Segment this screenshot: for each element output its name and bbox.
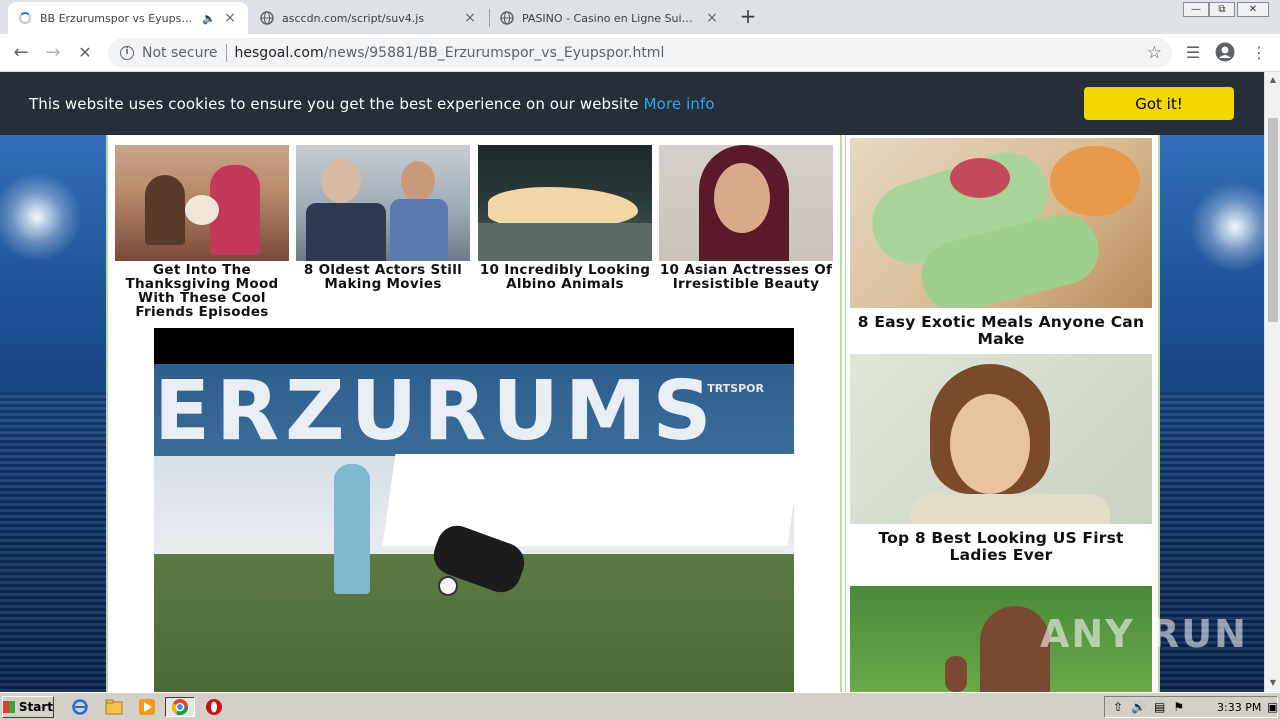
url-host: hesgoal.com	[234, 45, 324, 61]
tab-close-icon[interactable]: ×	[462, 10, 478, 26]
audio-icon[interactable]: 🔈	[202, 12, 216, 25]
stadium-background-left	[0, 72, 106, 692]
sidebar-border	[845, 134, 846, 692]
tab-title: PASINO - Casino en Ligne Suisse - Su	[522, 11, 698, 25]
article-caption[interactable]: Get Into The Thanksgiving Mood With Thes…	[115, 263, 289, 319]
tab-title: asccdn.com/script/suv4.js	[282, 11, 425, 25]
stadium-banner-text: ERZURUMS	[154, 364, 718, 459]
tab-close-icon[interactable]: ×	[704, 10, 720, 26]
anyrun-watermark: ANY RUN	[1040, 612, 1248, 656]
ad-caption[interactable]: 8 Easy Exotic Meals Anyone Can Make	[850, 314, 1152, 348]
start-button[interactable]: Start	[2, 696, 54, 718]
ad-image[interactable]	[850, 138, 1152, 308]
close-window-button[interactable]: ✕	[1237, 2, 1269, 17]
browser-toolbar: ← → ✕ i Not secure hesgoal.com/news/9588…	[0, 34, 1280, 72]
clock[interactable]: 3:33 PM	[1217, 701, 1261, 714]
article-card[interactable]: 10 Incredibly Looking Albino Animals	[478, 145, 652, 291]
file-explorer-icon[interactable]	[104, 697, 124, 717]
article-image[interactable]	[296, 145, 470, 261]
sidebar-border	[840, 134, 842, 692]
article-caption[interactable]: 8 Oldest Actors Still Making Movies	[296, 263, 470, 291]
sidebar-ad[interactable]: Top 8 Best Looking US First Ladies Ever	[850, 354, 1152, 564]
info-icon[interactable]: i	[120, 46, 134, 60]
forward-arrow-icon[interactable]: →	[40, 40, 66, 66]
scrollbar-thumb[interactable]	[1268, 118, 1278, 322]
profile-icon[interactable]	[1214, 42, 1236, 64]
tab-strip: BB Erzurumspor vs Eyupspor - H 🔈 × asccd…	[0, 0, 1280, 34]
article-caption[interactable]: 10 Asian Actresses Of Irresistible Beaut…	[659, 263, 833, 291]
kebab-menu-icon[interactable]: ⋮	[1248, 42, 1270, 64]
new-tab-button[interactable]: +	[736, 5, 760, 29]
page-scrollbar[interactable]: ▲ ▼	[1264, 72, 1280, 692]
article-image[interactable]	[115, 145, 289, 261]
action-center-flag-icon[interactable]: ⚑	[1173, 700, 1184, 714]
address-bar[interactable]: i Not secure hesgoal.com/news/95881/BB_E…	[108, 38, 1172, 68]
stop-icon[interactable]: ✕	[72, 40, 98, 66]
security-label: Not secure	[142, 45, 218, 61]
cookie-message: This website uses cookies to ensure you …	[29, 95, 715, 113]
scroll-up-icon[interactable]: ▲	[1268, 75, 1278, 85]
ad-image[interactable]	[850, 354, 1152, 524]
windows-logo-icon	[3, 701, 15, 713]
video-player[interactable]: ERZURUMS TRTSPOR	[154, 328, 794, 692]
stadium-background-right	[1160, 72, 1264, 692]
cookie-banner: This website uses cookies to ensure you …	[0, 72, 1264, 135]
article-card[interactable]: 8 Oldest Actors Still Making Movies	[296, 145, 470, 291]
video-frame[interactable]: ERZURUMS TRTSPOR	[154, 364, 794, 692]
url-path: /news/95881/BB_Erzurumspor_vs_Eyupspor.h…	[323, 45, 665, 61]
article-card[interactable]: Get Into The Thanksgiving Mood With Thes…	[115, 145, 289, 319]
tab-erzurumspor[interactable]: BB Erzurumspor vs Eyupspor - H 🔈 ×	[8, 2, 248, 34]
media-control-icon[interactable]: ☰	[1182, 42, 1204, 64]
tab-asccdn[interactable]: asccdn.com/script/suv4.js ×	[250, 2, 488, 34]
start-label: Start	[18, 700, 53, 714]
windows-taskbar: Start ⇧ 🔊 ▤ ⚑ 3:33 PM ▣	[0, 692, 1280, 720]
star-icon[interactable]: ☆	[1147, 43, 1162, 63]
tab-close-icon[interactable]: ×	[222, 10, 238, 26]
media-player-icon[interactable]	[137, 697, 157, 717]
minimize-button[interactable]: —	[1183, 2, 1209, 17]
article-image[interactable]	[478, 145, 652, 261]
broadcaster-logo: TRTSPOR	[707, 382, 764, 395]
restore-button[interactable]: ⧉	[1209, 2, 1235, 17]
more-info-link[interactable]: More info	[644, 95, 715, 113]
chrome-icon[interactable]	[165, 697, 195, 717]
content-border-right	[1158, 134, 1160, 692]
address-separator	[225, 44, 227, 62]
loading-spinner-icon	[18, 11, 32, 25]
tab-title: BB Erzurumspor vs Eyupspor - H	[40, 11, 199, 25]
article-card[interactable]: 10 Asian Actresses Of Irresistible Beaut…	[659, 145, 833, 291]
cookie-accept-button[interactable]: Got it!	[1084, 87, 1234, 120]
article-image[interactable]	[659, 145, 833, 261]
network-icon[interactable]: ▤	[1154, 700, 1165, 714]
tray-expand-icon[interactable]: ⇧	[1113, 700, 1123, 714]
system-tray: ⇧ 🔊 ▤ ⚑ 3:33 PM ▣	[1104, 696, 1278, 718]
globe-icon	[260, 11, 274, 25]
ad-caption[interactable]: Top 8 Best Looking US First Ladies Ever	[850, 530, 1152, 564]
sidebar-ad[interactable]: 8 Easy Exotic Meals Anyone Can Make	[850, 138, 1152, 348]
article-caption[interactable]: 10 Incredibly Looking Albino Animals	[478, 263, 652, 291]
volume-icon[interactable]: 🔊	[1131, 700, 1146, 714]
back-arrow-icon[interactable]: ←	[8, 40, 34, 66]
cookie-message-text: This website uses cookies to ensure you …	[29, 94, 639, 113]
tab-pasino[interactable]: PASINO - Casino en Ligne Suisse - Su ×	[490, 2, 730, 34]
opera-icon[interactable]	[204, 697, 224, 717]
internet-explorer-icon[interactable]	[70, 697, 90, 717]
scroll-down-icon[interactable]: ▼	[1268, 678, 1278, 688]
show-desktop-icon[interactable]: ▣	[1267, 700, 1278, 714]
globe-icon	[500, 11, 514, 25]
page-viewport: Get Into The Thanksgiving Mood With Thes…	[0, 72, 1264, 692]
